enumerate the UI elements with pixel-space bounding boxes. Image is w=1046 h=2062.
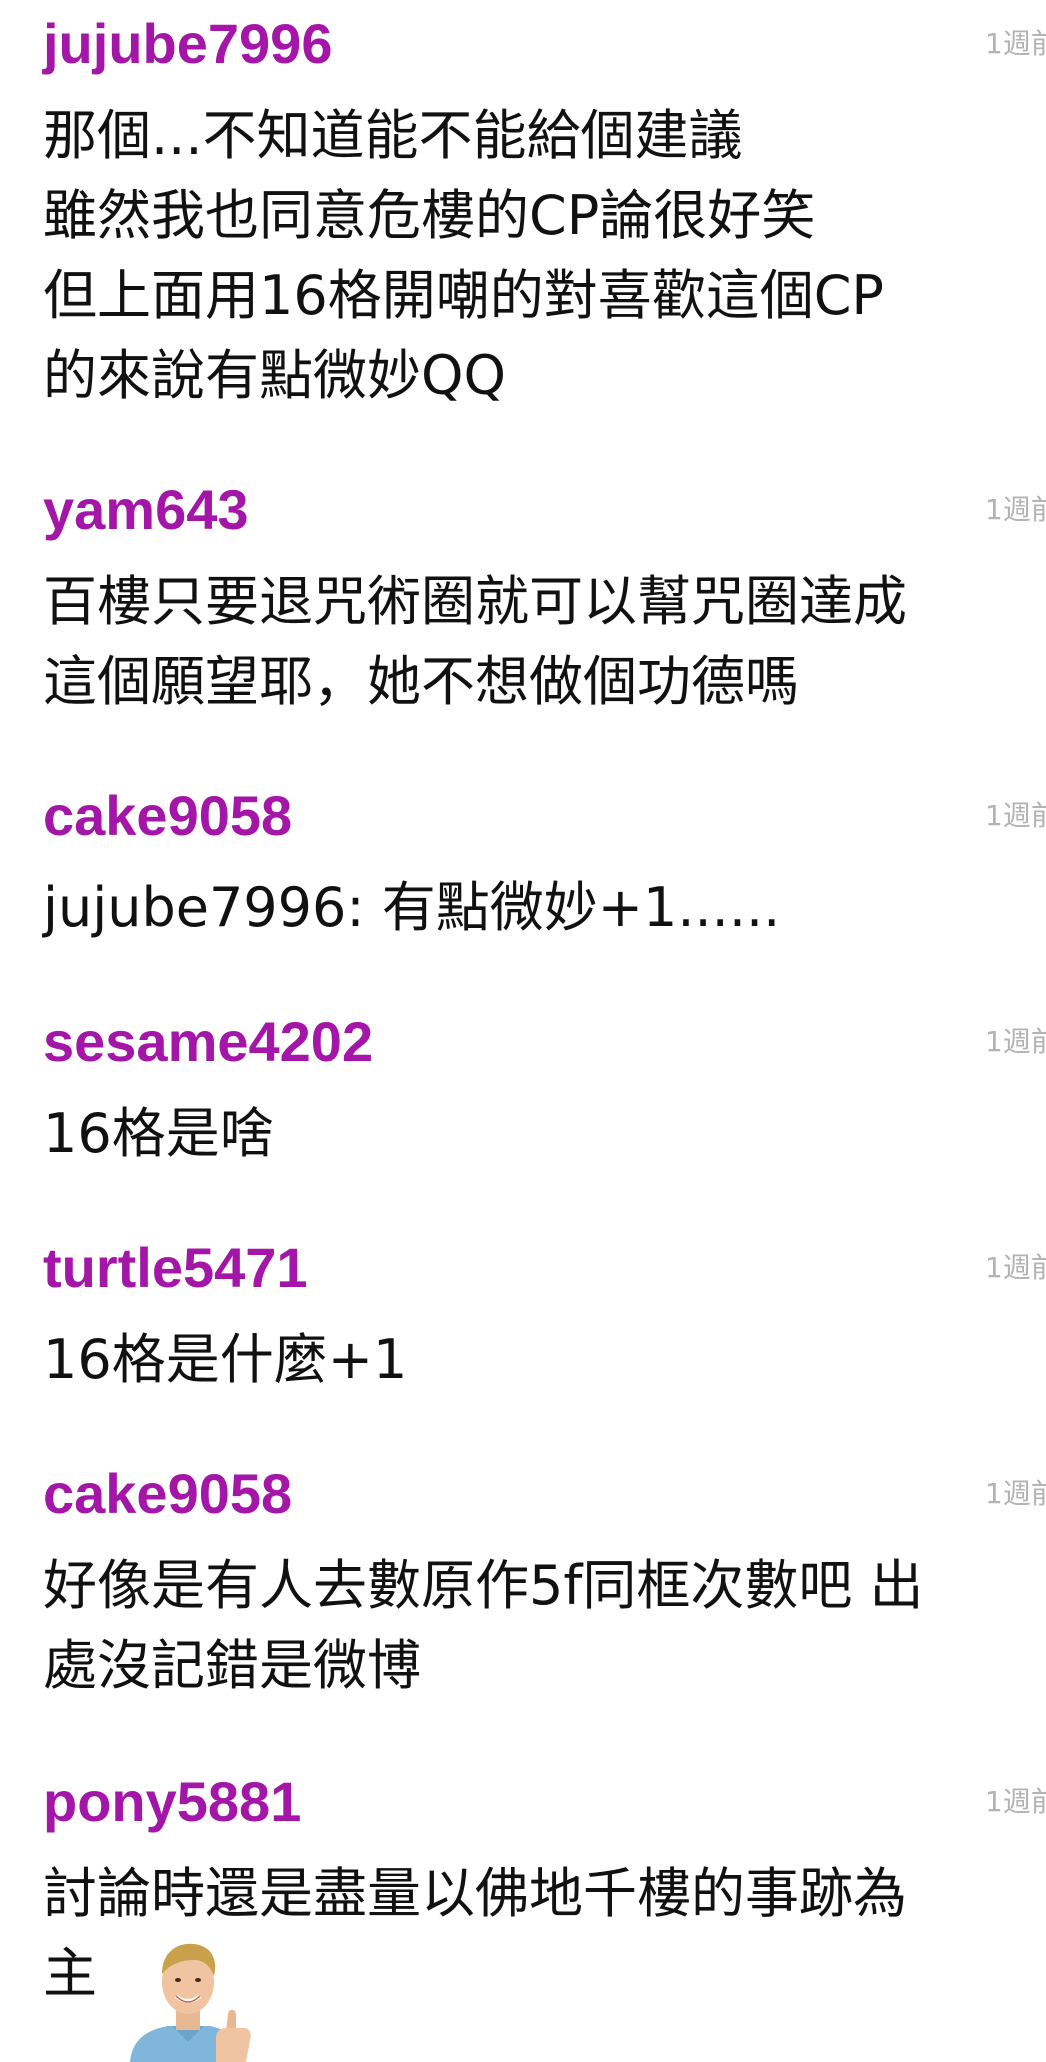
comment-text: 好像是有人去數原作5f同框次數吧 出 處沒記錯是微博 [43,1554,924,1697]
comment-text: 16格是什麼+1 [43,1328,408,1391]
comment-username[interactable]: pony5881 [43,1770,301,1834]
comment-username[interactable]: cake9058 [43,1462,292,1526]
comment-username[interactable]: turtle5471 [43,1236,308,1300]
comment-text: 百樓只要退咒術圈就可以幫咒圈達成 這個願望耶，她不想做個功德嗎 [43,570,907,713]
comment-username[interactable]: sesame4202 [43,1010,373,1074]
comment-text: jujube7996: 有點微妙+1...... [43,876,781,939]
comment-time: 1週前 [985,799,1046,832]
comment-text: 16格是啥 [43,1102,274,1165]
comment-username[interactable]: cake9058 [43,784,292,848]
comment-time: 1週前 [985,493,1046,526]
comment-time: 1週前 [985,1477,1046,1510]
comment-text: 那個...不知道能不能給個建議 雖然我也同意危樓的CP論很好笑 但上面用16格開… [43,104,884,407]
comment-username[interactable]: yam643 [43,478,249,542]
comment-time: 1週前 [985,27,1046,60]
comment-username[interactable]: jujube7996 [43,12,332,76]
comment-time: 1週前 [985,1785,1046,1818]
comment-time: 1週前 [985,1251,1046,1284]
comment-time: 1週前 [985,1025,1046,1058]
thumbs-up-sticker [124,1930,254,2062]
